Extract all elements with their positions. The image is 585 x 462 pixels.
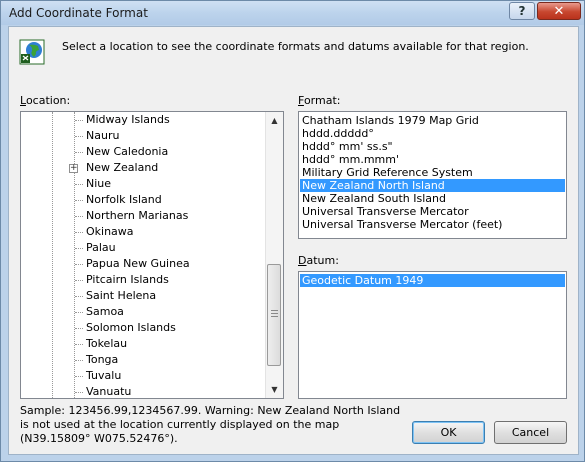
close-button[interactable]: ✕ [537, 2, 581, 20]
scroll-thumb[interactable] [267, 264, 281, 366]
format-item[interactable]: New Zealand South Island [300, 192, 565, 205]
datum-item-selected[interactable]: Geodetic Datum 1949 [300, 274, 565, 287]
help-icon: ? [518, 4, 526, 18]
dialog-window: Add Coordinate Format ? ✕ Select a locat… [0, 0, 585, 462]
datum-list[interactable]: Geodetic Datum 1949 [298, 271, 567, 399]
format-item[interactable]: Universal Transverse Mercator [300, 205, 565, 218]
format-item[interactable]: Chatham Islands 1979 Map Grid [300, 114, 565, 127]
location-scrollbar[interactable]: ▲ ▼ [265, 112, 283, 398]
format-item[interactable]: hddd° mm' ss.s" [300, 140, 565, 153]
format-item[interactable]: Military Grid Reference System [300, 166, 565, 179]
format-list[interactable]: Chatham Islands 1979 Map Grid hddd.ddddd… [298, 111, 567, 239]
format-item[interactable]: Universal Transverse Mercator (feet) [300, 218, 565, 231]
scroll-down-icon[interactable]: ▼ [266, 381, 283, 398]
location-label: Location: [20, 94, 71, 107]
scroll-up-icon[interactable]: ▲ [266, 112, 283, 129]
cancel-button[interactable]: Cancel [494, 421, 567, 444]
help-button[interactable]: ? [509, 2, 535, 20]
close-icon: ✕ [553, 3, 565, 19]
format-item-selected[interactable]: New Zealand North Island [300, 179, 565, 192]
expand-icon[interactable]: + [69, 164, 78, 173]
tree-connector [52, 112, 53, 398]
dialog-body: Select a location to see the coordinate … [8, 26, 579, 455]
title-bar[interactable]: Add Coordinate Format ? ✕ [1, 1, 584, 25]
sample-warning-text: Sample: 123456.99,1234567.99. Warning: N… [20, 404, 401, 445]
format-label: Format: [298, 94, 341, 107]
datum-label: Datum: [298, 254, 339, 267]
tree-connector [74, 112, 75, 398]
format-item[interactable]: hddd° mm.mmm' [300, 153, 565, 166]
window-title: Add Coordinate Format [9, 6, 148, 20]
intro-text: Select a location to see the coordinate … [62, 40, 529, 53]
ok-button[interactable]: OK [412, 421, 485, 444]
globe-grid-icon [19, 39, 45, 65]
format-item[interactable]: hddd.ddddd° [300, 127, 565, 140]
location-tree[interactable]: Midway Islands Nauru New Caledonia + New… [20, 111, 284, 399]
